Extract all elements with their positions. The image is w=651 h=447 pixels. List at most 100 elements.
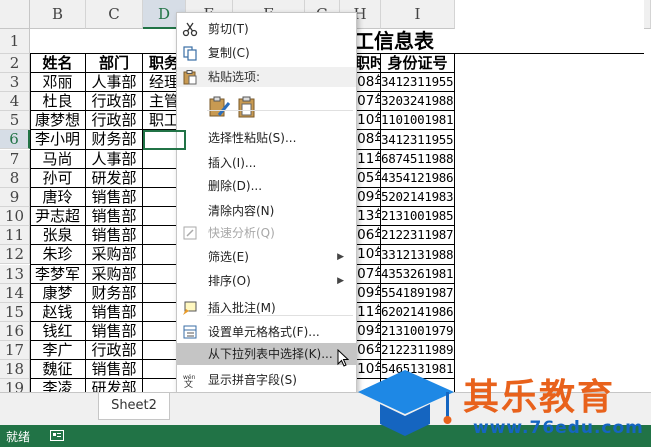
sheet-tab-sheet2[interactable]: Sheet2 bbox=[98, 393, 170, 420]
cell-id-number[interactable]: 212231198912187413 bbox=[381, 341, 455, 360]
column-header-c[interactable]: C bbox=[86, 0, 143, 29]
cell-dept[interactable]: 销售部 bbox=[86, 360, 143, 379]
format-cells-icon bbox=[182, 324, 200, 342]
column-header-b[interactable]: B bbox=[30, 0, 86, 29]
cell-dept[interactable]: 采购部 bbox=[86, 265, 143, 284]
cell-position[interactable] bbox=[143, 130, 186, 150]
cell-name[interactable]: 邓丽 bbox=[30, 73, 86, 92]
cell-id-number[interactable]: 212231198712097619 bbox=[381, 226, 455, 245]
menu-item-15[interactable]: wén 文显示拼音字段(S) bbox=[177, 370, 356, 390]
cell-id-number[interactable]: 320324198806280531 bbox=[381, 92, 455, 111]
row-header-10[interactable]: 10 bbox=[0, 207, 30, 227]
cell-dept[interactable]: 销售部 bbox=[86, 226, 143, 245]
cell-name[interactable]: 魏征 bbox=[30, 360, 86, 379]
menu-item-13[interactable]: 设置单元格格式(F)... bbox=[177, 322, 356, 342]
cell-id-number[interactable]: 435326198106139878 bbox=[381, 265, 455, 284]
menu-item-11[interactable]: 排序(O) ▶ bbox=[177, 271, 356, 291]
row-header-13[interactable]: 13 bbox=[0, 265, 30, 285]
column-header-j[interactable] bbox=[644, 0, 651, 29]
menu-item-9[interactable]: 快速分析(Q) bbox=[177, 223, 356, 243]
menu-item-label: 粘贴选项: bbox=[208, 70, 261, 84]
cell-dept[interactable]: 销售部 bbox=[86, 188, 143, 207]
cell-name[interactable]: 李广 bbox=[30, 341, 86, 360]
cell-id-number[interactable]: 341231195512098818 bbox=[381, 130, 455, 150]
cell-dept[interactable]: 财务部 bbox=[86, 284, 143, 303]
row-header-2[interactable]: 2 bbox=[0, 54, 30, 73]
cell-name[interactable]: 杜良 bbox=[30, 92, 86, 111]
macro-record-icon[interactable] bbox=[50, 430, 64, 441]
row-header-15[interactable]: 15 bbox=[0, 303, 30, 323]
cell-name[interactable]: 赵钱 bbox=[30, 303, 86, 322]
cell-name[interactable]: 康梦 bbox=[30, 284, 86, 303]
menu-item-label: 快速分析(Q) bbox=[208, 226, 275, 240]
cell-id-number[interactable]: 331213198808044377 bbox=[381, 245, 455, 265]
header-name[interactable]: 姓名 bbox=[30, 54, 86, 73]
cell-dept[interactable]: 销售部 bbox=[86, 322, 143, 341]
row-header-7[interactable]: 7 bbox=[0, 150, 30, 170]
cell-id-number[interactable]: 213100198511095365 bbox=[381, 207, 455, 226]
cell-dept[interactable]: 行政部 bbox=[86, 341, 143, 360]
submenu-arrow-icon: ▶ bbox=[337, 252, 344, 262]
row-header-14[interactable]: 14 bbox=[0, 284, 30, 304]
cell-id-number[interactable]: 341231195512098818 bbox=[381, 73, 455, 92]
menu-item-14[interactable]: 从下拉列表中选择(K)... bbox=[177, 343, 356, 367]
menu-item-1[interactable]: 剪切(T) bbox=[177, 19, 356, 39]
cell-dept[interactable]: 财务部 bbox=[86, 130, 143, 150]
cell-id-number[interactable]: 435412198610111232 bbox=[381, 169, 455, 188]
cell-name[interactable]: 李梦军 bbox=[30, 265, 86, 284]
row-header-12[interactable]: 12 bbox=[0, 245, 30, 265]
cell-dept[interactable]: 人事部 bbox=[86, 73, 143, 92]
cell-name[interactable]: 康梦想 bbox=[30, 111, 86, 130]
cell-dept[interactable]: 人事部 bbox=[86, 150, 143, 169]
cell-id-number[interactable]: 687451198808041197 bbox=[381, 150, 455, 169]
cell-name[interactable]: 钱红 bbox=[30, 322, 86, 341]
row-header-16[interactable]: 16 bbox=[0, 322, 30, 342]
watermark-title: 其乐教育 bbox=[463, 377, 616, 418]
row-header-8[interactable]: 8 bbox=[0, 169, 30, 189]
column-header-i[interactable]: I bbox=[381, 0, 455, 29]
cell-dept[interactable]: 采购部 bbox=[86, 245, 143, 265]
row-header-11[interactable]: 11 bbox=[0, 226, 30, 246]
row-header-6[interactable]: 6 bbox=[0, 130, 30, 150]
row-header-5[interactable]: 5 bbox=[0, 111, 30, 131]
cell-name[interactable]: 马尚 bbox=[30, 150, 86, 169]
row-header-4[interactable]: 4 bbox=[0, 92, 30, 112]
cell-name[interactable]: 朱珍 bbox=[30, 245, 86, 265]
cell-dept[interactable]: 行政部 bbox=[86, 111, 143, 130]
menu-item-2[interactable]: 复制(C) bbox=[177, 43, 356, 63]
cell-id-number[interactable]: 554189198710055422 bbox=[381, 284, 455, 303]
header-id-number[interactable]: 身份证号 bbox=[381, 54, 455, 73]
cell-id-number[interactable]: 213100197910094128 bbox=[381, 322, 455, 341]
menu-item-6[interactable]: 插入(I)... bbox=[177, 153, 356, 173]
menu-item-10[interactable]: 筛选(E) ▶ bbox=[177, 247, 356, 267]
select-all-corner[interactable] bbox=[0, 0, 30, 29]
menu-item-5[interactable]: 选择性粘贴(S)... bbox=[177, 128, 356, 148]
cell-dept[interactable]: 行政部 bbox=[86, 92, 143, 111]
cell-dept[interactable]: 销售部 bbox=[86, 207, 143, 226]
cell-id-number[interactable]: 110100198111097862 bbox=[381, 111, 455, 130]
cell-dept[interactable]: 研发部 bbox=[86, 169, 143, 188]
paste-values-icon[interactable] bbox=[235, 95, 259, 119]
menu-separator bbox=[207, 110, 353, 111]
menu-item-8[interactable]: 清除内容(N) bbox=[177, 201, 356, 221]
cell-id-number[interactable]: 620214198606120438 bbox=[381, 303, 455, 322]
header-dept[interactable]: 部门 bbox=[86, 54, 143, 73]
paste-options-row bbox=[177, 91, 356, 123]
paste-format-brush-icon[interactable] bbox=[207, 95, 231, 119]
cell-id-number[interactable]: 520214198306280431 bbox=[381, 188, 455, 207]
row-header-3[interactable]: 3 bbox=[0, 73, 30, 93]
cell-name[interactable]: 李小明 bbox=[30, 130, 86, 150]
menu-item-7[interactable]: 删除(D)... bbox=[177, 176, 356, 196]
menu-item-label: 设置单元格格式(F)... bbox=[208, 325, 320, 339]
cell-name[interactable]: 尹志超 bbox=[30, 207, 86, 226]
row-header-9[interactable]: 9 bbox=[0, 188, 30, 208]
row-header-18[interactable]: 18 bbox=[0, 360, 30, 380]
cell-name[interactable]: 张泉 bbox=[30, 226, 86, 245]
cell-name[interactable]: 唐玲 bbox=[30, 188, 86, 207]
cell-dept[interactable]: 销售部 bbox=[86, 303, 143, 322]
row-header-1[interactable]: 1 bbox=[0, 29, 30, 54]
cell-name[interactable]: 孙可 bbox=[30, 169, 86, 188]
row-header-17[interactable]: 17 bbox=[0, 341, 30, 361]
menu-separator bbox=[207, 315, 353, 316]
paste-icon bbox=[182, 69, 200, 87]
